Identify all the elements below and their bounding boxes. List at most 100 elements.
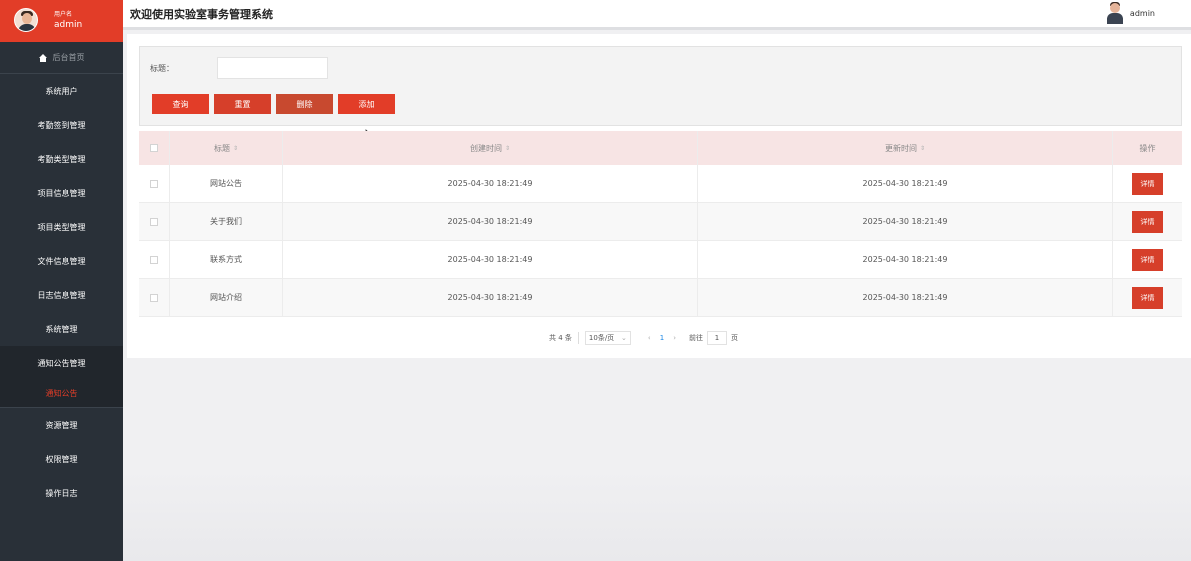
sidebar-item-label: 日志信息管理	[37, 290, 86, 300]
sidebar-item-system-manage[interactable]: 系统管理	[0, 312, 123, 346]
row-action-cell: 详情	[1113, 165, 1182, 202]
table-header-row: 标题 ⇕ 创建时间 ⇕ 更新时间 ⇕ 操作	[139, 131, 1182, 165]
sidebar-group-notice: 通知公告管理 通知公告	[0, 346, 123, 408]
sidebar-user-name: admin	[54, 20, 83, 30]
select-all-cell	[139, 131, 170, 165]
avatar	[1106, 2, 1123, 24]
column-header-created[interactable]: 创建时间 ⇕	[283, 131, 698, 165]
column-header-label: 操作	[1139, 143, 1156, 153]
column-header-operation: 操作	[1113, 131, 1182, 165]
chevron-down-icon: ⌄	[621, 334, 627, 342]
sidebar-item-permission[interactable]: 权限管理	[0, 442, 123, 476]
prev-page-icon[interactable]: ‹	[648, 334, 651, 342]
sort-icon[interactable]: ⇕	[505, 145, 510, 152]
sidebar: 用户名 admin 后台首页 系统用户 考勤签到管理 考勤类型管理 项目信息管理…	[0, 0, 123, 561]
sidebar-user-label: 用户名	[54, 11, 73, 18]
row-action-cell: 详情	[1113, 279, 1182, 316]
column-header-label: 创建时间	[469, 143, 502, 153]
search-panel: 标题： 查询 重置 删除 添加	[139, 46, 1182, 143]
header-user-menu[interactable]: admin	[1106, 2, 1155, 24]
detail-button[interactable]: 详情	[1132, 286, 1163, 309]
sidebar-user-panel: 用户名 admin	[0, 0, 123, 42]
row-action-cell: 详情	[1113, 241, 1182, 278]
page-number-current[interactable]: 1	[660, 334, 664, 342]
sidebar-item-notice-manage[interactable]: 通知公告管理	[0, 346, 123, 380]
sidebar-item-file-info[interactable]: 文件信息管理	[0, 244, 123, 278]
top-header: 欢迎使用实验室事务管理系统 admin	[123, 0, 1191, 30]
home-icon	[38, 53, 48, 62]
add-button[interactable]: 添加	[338, 94, 395, 114]
sidebar-item-attendance-type[interactable]: 考勤类型管理	[0, 142, 123, 176]
column-header-updated[interactable]: 更新时间 ⇕	[698, 131, 1113, 165]
column-header-label: 更新时间	[884, 143, 917, 153]
sidebar-subitem-notice[interactable]: 通知公告	[0, 380, 123, 408]
goto-label: 前往	[689, 334, 703, 342]
sort-icon[interactable]: ⇕	[920, 145, 925, 152]
detail-button[interactable]: 详情	[1132, 172, 1163, 195]
sidebar-item-label: 项目信息管理	[37, 188, 86, 198]
page-title: 欢迎使用实验室事务管理系统	[130, 8, 273, 21]
row-created-time: 2025-04-30 18:21:49	[283, 165, 698, 202]
header-user-name: admin	[1129, 8, 1155, 18]
sidebar-item-label: 项目类型管理	[37, 222, 86, 232]
table-row: 联系方式 2025-04-30 18:21:49 2025-04-30 18:2…	[139, 241, 1182, 279]
reset-button[interactable]: 重置	[214, 94, 271, 114]
row-created-time: 2025-04-30 18:21:49	[283, 203, 698, 240]
detail-button[interactable]: 详情	[1132, 248, 1163, 271]
row-check-cell	[139, 203, 170, 240]
sidebar-item-resource[interactable]: 资源管理	[0, 408, 123, 442]
table-row: 关于我们 2025-04-30 18:21:49 2025-04-30 18:2…	[139, 203, 1182, 241]
main-content: 标题： 查询 重置 删除 添加 标题 ⇕ 创建时间 ⇕ 更新时间 ⇕ 操作 网站公告 …	[127, 34, 1191, 358]
row-check-cell	[139, 279, 170, 316]
page-size-select[interactable]: 10条/页 ⌄	[584, 331, 631, 345]
sidebar-item-system-users[interactable]: 系统用户	[0, 74, 123, 108]
sidebar-item-label: 通知公告	[45, 389, 78, 398]
search-title-label: 标题：	[150, 64, 174, 73]
row-checkbox[interactable]	[150, 217, 158, 226]
row-title: 关于我们	[170, 203, 283, 240]
sidebar-user-info: 用户名 admin	[54, 10, 82, 31]
sidebar-item-label: 考勤类型管理	[37, 154, 86, 164]
sidebar-item-home[interactable]: 后台首页	[0, 42, 123, 74]
select-all-checkbox[interactable]	[150, 144, 158, 152]
row-created-time: 2025-04-30 18:21:49	[283, 279, 698, 316]
sidebar-item-project-type[interactable]: 项目类型管理	[0, 210, 123, 244]
delete-button[interactable]: 删除	[276, 94, 333, 114]
row-created-time: 2025-04-30 18:21:49	[283, 241, 698, 278]
sidebar-item-label: 考勤签到管理	[37, 120, 86, 130]
goto-page-input[interactable]: 1	[707, 331, 727, 345]
row-checkbox[interactable]	[150, 255, 158, 264]
sidebar-item-project-info[interactable]: 项目信息管理	[0, 176, 123, 210]
background-fade	[123, 468, 1191, 561]
row-checkbox[interactable]	[150, 293, 158, 302]
column-header-title[interactable]: 标题 ⇕	[170, 131, 283, 165]
notice-table: 标题 ⇕ 创建时间 ⇕ 更新时间 ⇕ 操作 网站公告 2025-04-30 18:21…	[139, 131, 1182, 317]
detail-button[interactable]: 详情	[1132, 210, 1163, 233]
avatar	[14, 8, 38, 32]
title-search-input[interactable]	[217, 57, 328, 79]
next-page-icon[interactable]: ›	[673, 334, 676, 342]
pager-total: 共 4 条	[549, 334, 572, 342]
sidebar-item-label: 系统管理	[45, 324, 78, 334]
sidebar-item-operation-log[interactable]: 操作日志	[0, 476, 123, 510]
page-size-value: 10条/页	[588, 334, 615, 342]
sidebar-item-label: 通知公告管理	[37, 358, 86, 368]
sort-icon[interactable]: ⇕	[233, 145, 238, 152]
table-row: 网站公告 2025-04-30 18:21:49 2025-04-30 18:2…	[139, 165, 1182, 203]
page-unit-label: 页	[731, 334, 738, 342]
divider	[577, 332, 579, 344]
row-checkbox[interactable]	[150, 179, 158, 188]
query-button[interactable]: 查询	[152, 94, 209, 114]
pagination: 共 4 条 10条/页 ⌄ ‹ 1 › 前往 1 页	[549, 331, 738, 345]
sidebar-item-label: 文件信息管理	[37, 256, 86, 266]
row-updated-time: 2025-04-30 18:21:49	[698, 241, 1113, 278]
row-check-cell	[139, 165, 170, 202]
column-header-label: 标题	[213, 143, 230, 153]
row-title: 网站介绍	[170, 279, 283, 316]
sidebar-item-label: 系统用户	[45, 86, 78, 96]
sidebar-item-log-info[interactable]: 日志信息管理	[0, 278, 123, 312]
row-updated-time: 2025-04-30 18:21:49	[698, 279, 1113, 316]
sidebar-item-label: 资源管理	[45, 420, 78, 430]
sidebar-item-label: 权限管理	[45, 454, 78, 464]
sidebar-item-attendance-signin[interactable]: 考勤签到管理	[0, 108, 123, 142]
